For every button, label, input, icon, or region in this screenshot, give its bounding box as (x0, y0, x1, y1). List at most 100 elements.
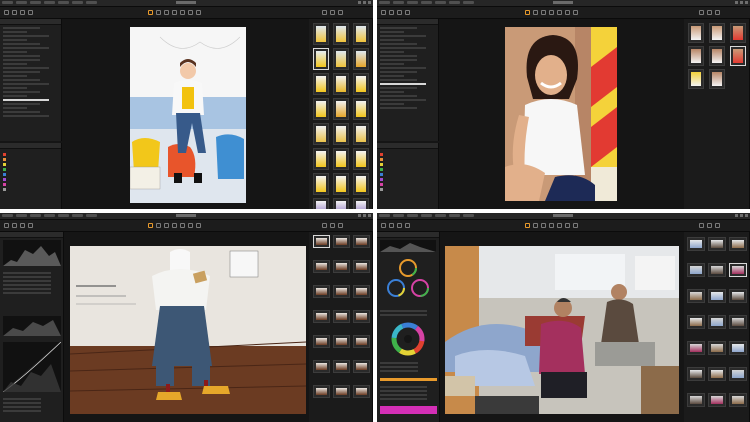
thumbnail[interactable] (353, 235, 370, 248)
brush-icon[interactable] (172, 223, 177, 228)
tree-item[interactable] (380, 67, 426, 69)
menu-item[interactable] (58, 214, 69, 217)
crop-icon[interactable] (533, 223, 538, 228)
library-icon[interactable] (4, 223, 9, 228)
cursor-icon[interactable] (148, 223, 153, 228)
close-icon[interactable] (368, 214, 371, 217)
thumbnail[interactable] (333, 235, 350, 248)
thumbnail[interactable] (313, 23, 329, 45)
menu-item[interactable] (393, 1, 404, 4)
tree-item-selected[interactable] (380, 83, 426, 85)
thumbnail[interactable] (729, 393, 747, 407)
crop-icon[interactable] (156, 10, 161, 15)
menu-item[interactable] (16, 214, 27, 217)
menu-item[interactable] (2, 214, 13, 217)
tree-item[interactable] (3, 63, 28, 65)
thumbnail[interactable] (333, 285, 350, 298)
slider[interactable] (3, 272, 51, 274)
tree-item[interactable] (3, 55, 40, 57)
compare-icon[interactable] (330, 223, 335, 228)
import-icon[interactable] (12, 223, 17, 228)
thumbnail[interactable] (313, 98, 329, 120)
thumbnail[interactable] (313, 198, 329, 209)
cursor-icon[interactable] (525, 223, 530, 228)
close-icon[interactable] (745, 214, 748, 217)
thumbnail[interactable] (709, 23, 725, 43)
thumbnail[interactable] (353, 23, 369, 45)
slider[interactable] (380, 366, 418, 368)
tree-item[interactable] (3, 39, 28, 41)
thumbnail[interactable] (333, 198, 349, 209)
tree-item[interactable] (380, 107, 417, 109)
cursor-icon[interactable] (525, 10, 530, 15)
tree-item[interactable] (3, 103, 40, 105)
thumbnail[interactable] (687, 393, 705, 407)
tree-item[interactable] (3, 83, 49, 85)
thumbnail[interactable] (729, 237, 747, 251)
tree-item[interactable] (380, 43, 417, 45)
eraser-icon[interactable] (180, 223, 185, 228)
main-photo[interactable] (130, 27, 246, 203)
thumbnail[interactable] (353, 360, 370, 373)
thumbnail[interactable] (333, 335, 350, 348)
rotate-icon[interactable] (541, 223, 546, 228)
tree-item[interactable] (3, 59, 40, 61)
tree-item[interactable] (3, 91, 40, 93)
thumbnail[interactable] (333, 260, 350, 273)
library-icon[interactable] (4, 10, 9, 15)
menu-item[interactable] (449, 214, 460, 217)
menu-item[interactable] (30, 214, 41, 217)
compare-icon[interactable] (707, 223, 712, 228)
menu-item[interactable] (463, 214, 474, 217)
minimize-icon[interactable] (358, 214, 361, 217)
thumbnail[interactable] (313, 310, 330, 323)
slider[interactable] (3, 292, 51, 294)
tree-item[interactable] (380, 99, 426, 101)
thumbnail[interactable] (688, 23, 704, 43)
thumbnail[interactable] (333, 385, 350, 398)
thumbnail[interactable] (687, 367, 705, 381)
thumbnail-selected[interactable] (313, 235, 330, 248)
import-icon[interactable] (389, 10, 394, 15)
thumbnail[interactable] (708, 315, 726, 329)
import-icon[interactable] (389, 223, 394, 228)
zoom-icon[interactable] (196, 10, 201, 15)
zoom-icon[interactable] (196, 223, 201, 228)
thumbnail[interactable] (687, 263, 705, 277)
settings-icon[interactable] (338, 223, 343, 228)
tree-item[interactable] (3, 67, 49, 69)
tree-item[interactable] (380, 95, 417, 97)
slider[interactable] (3, 284, 51, 286)
tree-item[interactable] (3, 111, 40, 113)
grid-icon[interactable] (322, 223, 327, 228)
maximize-icon[interactable] (363, 214, 366, 217)
menu-item[interactable] (379, 1, 390, 4)
slider[interactable] (380, 386, 428, 388)
thumbnail[interactable] (313, 385, 330, 398)
maximize-icon[interactable] (740, 214, 743, 217)
main-photo[interactable] (70, 246, 306, 414)
thumbnail[interactable] (708, 393, 726, 407)
thumbnail[interactable] (313, 173, 329, 195)
menu-item[interactable] (86, 1, 97, 4)
crop-icon[interactable] (156, 223, 161, 228)
tree-item[interactable] (380, 79, 417, 81)
thumbnail[interactable] (709, 46, 725, 66)
brush-icon[interactable] (549, 223, 554, 228)
minimize-icon[interactable] (358, 1, 361, 4)
thumbnail[interactable] (333, 310, 350, 323)
menu-item[interactable] (435, 214, 446, 217)
tree-item[interactable] (3, 107, 28, 109)
tree-item[interactable] (380, 87, 417, 89)
slider[interactable] (3, 280, 51, 282)
tree-item[interactable] (380, 63, 405, 65)
import-icon[interactable] (12, 10, 17, 15)
thumbnail[interactable] (353, 310, 370, 323)
color-panel-header[interactable] (377, 232, 439, 238)
eraser-icon[interactable] (557, 223, 562, 228)
thumbnail[interactable] (353, 198, 369, 209)
tree-item[interactable] (3, 43, 40, 45)
thumbnail[interactable] (333, 173, 349, 195)
tree-item[interactable] (380, 27, 417, 29)
grid-icon[interactable] (699, 10, 704, 15)
